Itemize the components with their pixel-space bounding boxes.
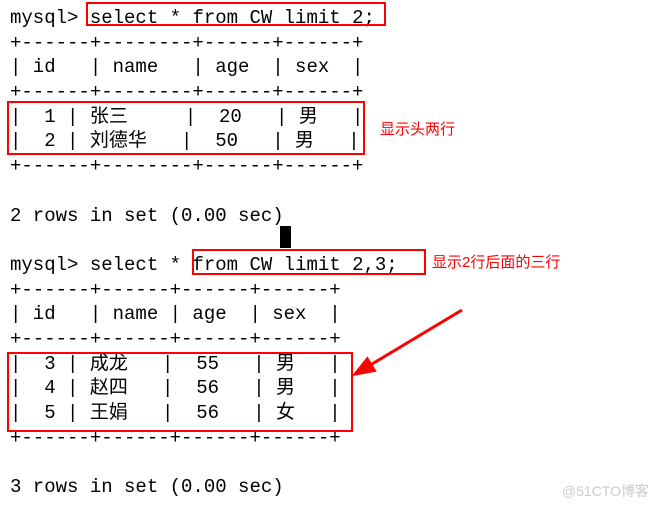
table-separator: +------+--------+------+------+ [10,155,363,177]
table-separator: +------+------+------+------+ [10,328,341,350]
table-row: | 3 | 成龙 | 55 | 男 | [10,353,341,375]
table-separator: +------+--------+------+------+ [10,32,363,54]
table-row: | 4 | 赵四 | 56 | 男 | [10,377,341,399]
table-row: | 5 | 王娟 | 56 | 女 | [10,402,341,424]
sql-query-2-pre: select * [90,254,193,276]
table-separator: +------+------+------+------+ [10,427,341,449]
terminal-output: mysql> select * from CW limit 2; +------… [10,6,667,500]
text-cursor [280,226,291,248]
table-header: | id | name | age | sex | [10,303,341,325]
mysql-prompt: mysql> [10,7,78,29]
annotation-2: 显示2行后面的三行 [432,253,560,273]
annotation-1: 显示头两行 [380,120,455,140]
mysql-prompt: mysql> [10,254,78,276]
table-separator: +------+------+------+------+ [10,279,341,301]
result-footer: 3 rows in set (0.00 sec) [10,476,284,498]
table-header: | id | name | age | sex | [10,56,363,78]
table-separator: +------+--------+------+------+ [10,81,363,103]
table-row: | 2 | 刘德华 | 50 | 男 | [10,130,360,152]
sql-query-2-box: from CW limit 2,3; [192,254,397,276]
table-row: | 1 | 张三 | 20 | 男 | [10,106,363,128]
watermark: @51CTO博客 [562,482,649,500]
sql-query-1: select * from CW limit 2; [90,7,375,29]
result-footer: 2 rows in set (0.00 sec) [10,205,284,227]
